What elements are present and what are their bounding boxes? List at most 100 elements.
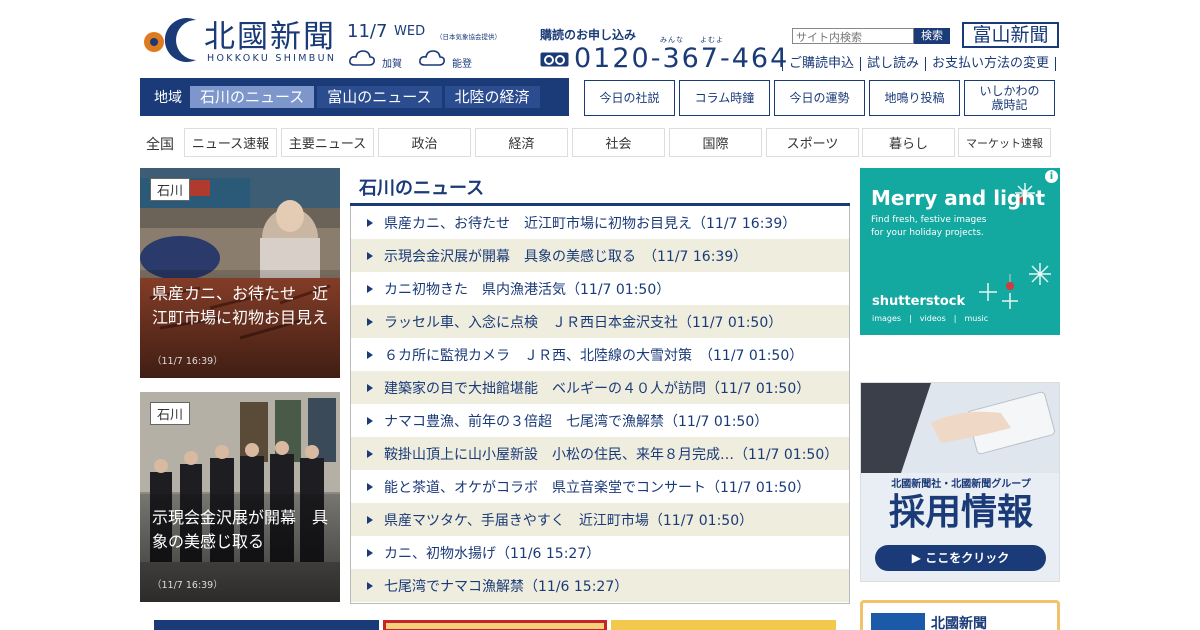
- arrow-right-icon: [367, 251, 373, 260]
- tablet-hand-photo: [861, 383, 1059, 473]
- news-headline[interactable]: ナマコ豊漁、前年の３倍超 七尾湾で漁解禁（11/7 01:50）: [384, 411, 768, 431]
- region-tab-hokuriku-economy[interactable]: 北陸の経済: [444, 86, 540, 108]
- news-headline[interactable]: カニ初物きた 県内漁港活気（11/7 01:50）: [384, 279, 670, 299]
- recruit-ad[interactable]: 北國新聞社・北國新聞グループ 採用情報 ▶ ここをクリック: [860, 382, 1060, 582]
- news-section-header: 石川のニュース: [350, 168, 850, 206]
- editorial-button[interactable]: 今日の社説: [584, 80, 675, 116]
- ad-brand: shutterstock: [872, 294, 966, 309]
- hokkoku-banner[interactable]: 北國新聞: [860, 600, 1060, 630]
- news-section-title[interactable]: 石川のニュース: [359, 174, 484, 200]
- arrow-right-icon: [367, 284, 373, 293]
- list-item[interactable]: 建築家の目で大拙館堪能 ベルギーの４０人が訪問（11/7 01:50）: [351, 371, 849, 404]
- weather-area-noto: 能登: [452, 59, 472, 70]
- ad-recruit-title: 採用情報: [888, 492, 1033, 533]
- category-economy[interactable]: 経済: [475, 128, 568, 157]
- list-item[interactable]: 鞍掛山頂上に山小屋新設 小松の住民、来年８月完成…（11/7 01:50）: [351, 437, 849, 470]
- news-headline[interactable]: 県産マツタケ、手届きやすく 近江町市場（11/7 01:50）: [384, 510, 753, 530]
- ad-click-button[interactable]: ▶ ここをクリック: [875, 545, 1046, 571]
- horoscope-button[interactable]: 今日の運勢: [774, 80, 865, 116]
- arrow-right-icon: [367, 515, 373, 524]
- region-tab-toyama[interactable]: 富山のニュース: [317, 86, 442, 108]
- featured-photo-crab[interactable]: 石川 県産カニ、お待たせ 近江町市場に初物お目見え （11/7 16:39）: [140, 168, 340, 378]
- ishikawa-calendar-button[interactable]: いしかわの 歳時記: [964, 80, 1055, 116]
- category-market[interactable]: マーケット速報: [958, 128, 1051, 157]
- photo-caption: 県産カニ、お待たせ 近江町市場に初物お目見え （11/7 16:39）: [140, 270, 340, 378]
- news-headline[interactable]: 示現会金沢展が開幕 具象の美感じ取る （11/7 16:39）: [384, 246, 747, 266]
- category-sports[interactable]: スポーツ: [766, 128, 859, 157]
- site-logo-subtitle: HOKKOKU SHIMBUN: [207, 53, 337, 64]
- arrow-right-icon: [367, 548, 373, 557]
- banner-text: 北國新聞: [931, 616, 987, 630]
- photo-caption: 示現会金沢展が開幕 具象の美感じ取る （11/7 16:39）: [140, 494, 340, 602]
- trial-read-link[interactable]: 試し読み: [860, 57, 925, 71]
- news-headline[interactable]: 鞍掛山頂上に山小屋新設 小松の住民、来年８月完成…（11/7 01:50）: [384, 444, 838, 464]
- news-headline[interactable]: 七尾湾でナマコ漁解禁（11/6 15:27）: [384, 576, 628, 596]
- list-item[interactable]: ラッセル車、入念に点検 ＪＲ西日本金沢支社（11/7 01:50）: [351, 305, 849, 338]
- news-headline[interactable]: ラッセル車、入念に点検 ＪＲ西日本金沢支社（11/7 01:50）: [384, 312, 782, 332]
- bottom-banner-3[interactable]: [611, 620, 836, 630]
- category-nav-label: 全国: [146, 137, 174, 153]
- toyama-shimbun-link[interactable]: 富山新聞: [962, 22, 1059, 48]
- cloud-icon: [419, 50, 445, 66]
- weather-source[interactable]: （日本気象協会提供）: [436, 31, 501, 41]
- news-headline[interactable]: ６カ所に監視カメラ ＪＲ西、北陸線の大雪対策 （11/7 01:50）: [384, 345, 803, 365]
- search-button[interactable]: 検索: [914, 28, 950, 44]
- arrow-right-icon: [367, 416, 373, 425]
- category-living[interactable]: 暮らし: [862, 128, 955, 157]
- cloud-icon: [349, 50, 375, 66]
- bottom-banner-2[interactable]: [383, 620, 607, 630]
- payment-change-link[interactable]: お支払い方法の変更: [925, 57, 1057, 71]
- news-headline[interactable]: 県産カニ、お待たせ 近江町市場に初物お目見え（11/7 16:39）: [384, 213, 796, 233]
- list-item[interactable]: ６カ所に監視カメラ ＪＲ西、北陸線の大雪対策 （11/7 01:50）: [351, 338, 849, 371]
- list-item[interactable]: カニ初物きた 県内漁港活気（11/7 01:50）: [351, 272, 849, 305]
- photo-time: （11/7 16:39）: [152, 580, 223, 591]
- ad-info-icon[interactable]: i: [1045, 170, 1058, 183]
- column-jisho-button[interactable]: コラム時鐘: [679, 80, 770, 116]
- news-headline[interactable]: 能と茶道、オケがコラボ 県立音楽堂でコンサート（11/7 01:50）: [384, 477, 810, 497]
- list-item[interactable]: 示現会金沢展が開幕 具象の美感じ取る （11/7 16:39）: [351, 239, 849, 272]
- bottom-banner-1[interactable]: [154, 620, 379, 630]
- top-links: ご購読申込 試し読み お支払い方法の変更: [782, 57, 1057, 71]
- ad-links: images | videos | music: [872, 314, 989, 323]
- free-dial-icon: [540, 52, 569, 67]
- list-item[interactable]: カニ、初物水揚げ（11/6 15:27）: [351, 536, 849, 569]
- site-logo-text[interactable]: 北國新聞: [204, 20, 336, 54]
- list-item[interactable]: ナマコ豊漁、前年の３倍超 七尾湾で漁解禁（11/7 01:50）: [351, 404, 849, 437]
- list-item[interactable]: 県産カニ、お待たせ 近江町市場に初物お目見え（11/7 16:39）: [351, 206, 849, 239]
- photo-title[interactable]: 示現会金沢展が開幕 具象の美感じ取る: [152, 506, 328, 554]
- category-politics[interactable]: 政治: [378, 128, 471, 157]
- photo-tag: 石川: [150, 402, 191, 425]
- news-headline[interactable]: カニ、初物水揚げ（11/6 15:27）: [384, 543, 600, 563]
- arrow-right-icon: [367, 581, 373, 590]
- arrow-right-icon: [367, 482, 373, 491]
- category-breaking-news[interactable]: ニュース速報: [184, 128, 277, 157]
- current-weekday: WED: [394, 24, 426, 39]
- reader-post-button[interactable]: 地鳴り投稿: [869, 80, 960, 116]
- list-item[interactable]: 七尾湾でナマコ漁解禁（11/6 15:27）: [351, 569, 849, 602]
- subscription-label: 購読のお申し込み: [540, 28, 637, 42]
- category-main-news[interactable]: 主要ニュース: [281, 128, 374, 157]
- subscription-phone[interactable]: 0120-367-464: [574, 42, 789, 76]
- list-item[interactable]: 能と茶道、オケがコラボ 県立音楽堂でコンサート（11/7 01:50）: [351, 470, 849, 503]
- region-tab-ishikawa[interactable]: 石川のニュース: [190, 86, 315, 108]
- arrow-right-icon: [367, 350, 373, 359]
- category-society[interactable]: 社会: [572, 128, 665, 157]
- arrow-right-icon: [367, 449, 373, 458]
- region-nav: 地域 石川のニュース 富山のニュース 北陸の経済: [140, 78, 569, 116]
- site-search-input[interactable]: サイト内検索: [792, 28, 914, 44]
- list-item[interactable]: 県産マツタケ、手届きやすく 近江町市場（11/7 01:50）: [351, 503, 849, 536]
- news-list: 県産カニ、お待たせ 近江町市場に初物お目見え（11/7 16:39） 示現会金沢…: [350, 206, 850, 604]
- category-international[interactable]: 国際: [669, 128, 762, 157]
- weather-area-kaga: 加賀: [382, 59, 402, 70]
- photo-title[interactable]: 県産カニ、お待たせ 近江町市場に初物お目見え: [152, 282, 328, 330]
- news-headline[interactable]: 建築家の目で大拙館堪能 ベルギーの４０人が訪問（11/7 01:50）: [384, 378, 810, 398]
- ad-title: Merry and light: [871, 186, 1046, 210]
- featured-photo-exhibition[interactable]: 石川 示現会金沢展が開幕 具象の美感じ取る （11/7 16:39）: [140, 392, 340, 602]
- ad-group-name: 北國新聞社・北國新聞グループ: [891, 479, 1031, 490]
- banner-logo-icon: [871, 613, 925, 630]
- current-date: 11/7: [347, 21, 388, 42]
- shutterstock-ad[interactable]: Merry and light Find fresh, festive imag…: [860, 168, 1060, 335]
- subscribe-link[interactable]: ご購読申込: [782, 57, 860, 71]
- hokkoku-logo-mark-icon[interactable]: [140, 17, 198, 63]
- arrow-right-icon: [367, 218, 373, 227]
